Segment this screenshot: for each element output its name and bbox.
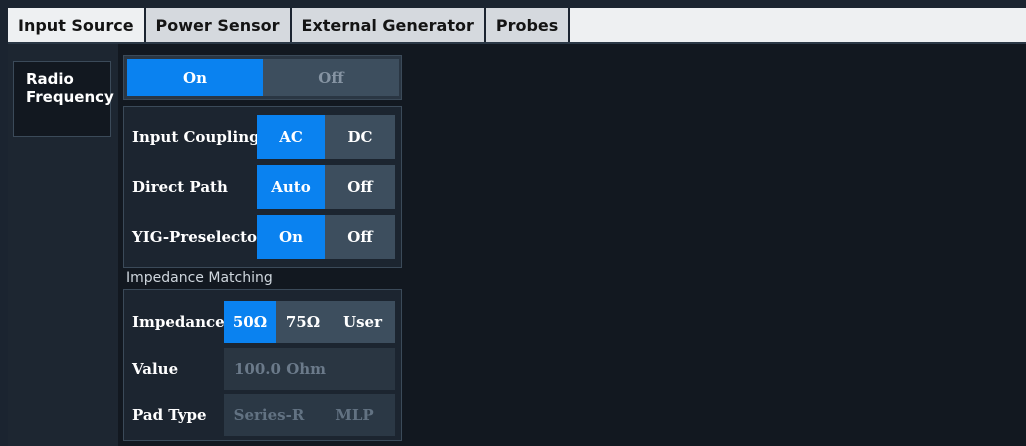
rf-settings-group: Input Coupling AC DC Direct Path Auto Of… <box>123 106 402 268</box>
direct-path-off-button[interactable]: Off <box>325 165 395 209</box>
rf-toggle-group: On Off <box>123 55 402 100</box>
direct-path-label: Direct Path <box>132 178 228 196</box>
direct-path-auto-button[interactable]: Auto <box>257 165 325 209</box>
tab-input-source[interactable]: Input Source <box>8 8 146 42</box>
rf-off-button[interactable]: Off <box>263 59 399 96</box>
impedance-50-button[interactable]: 50Ω <box>224 301 276 343</box>
impedance-user-button[interactable]: User <box>330 301 395 343</box>
value-label: Value <box>132 360 179 378</box>
tab-bar: Input Source Power Sensor External Gener… <box>8 8 1026 42</box>
impedance-label: Impedance <box>132 313 225 331</box>
pad-type-series-r-button: Series-R <box>224 394 314 436</box>
pad-type-label: Pad Type <box>132 406 207 424</box>
impedance-75-button[interactable]: 75Ω <box>276 301 330 343</box>
rf-on-button[interactable]: On <box>127 59 263 96</box>
tab-bar-filler <box>570 8 1026 42</box>
main-panel: On Off Input Coupling AC DC Direct Path … <box>118 44 1026 446</box>
pad-type-mlp-button: MLP <box>314 394 395 436</box>
impedance-matching-title: Impedance Matching <box>126 270 273 286</box>
sidebar-item-radio-frequency[interactable]: Radio Frequency <box>13 61 114 137</box>
input-coupling-ac-button[interactable]: AC <box>257 115 325 159</box>
input-coupling-label: Input Coupling <box>132 128 260 146</box>
sidebar: Radio Frequency <box>8 44 118 446</box>
yig-preselector-off-button[interactable]: Off <box>325 215 395 259</box>
yig-preselector-on-button[interactable]: On <box>257 215 325 259</box>
yig-preselector-label: YIG-Preselector <box>132 228 265 246</box>
impedance-value-field: 100.0 Ohm <box>224 348 395 390</box>
tab-power-sensor[interactable]: Power Sensor <box>145 8 292 42</box>
tab-probes[interactable]: Probes <box>485 8 571 42</box>
input-coupling-dc-button[interactable]: DC <box>325 115 395 159</box>
impedance-matching-group: Impedance 50Ω 75Ω User Value 100.0 Ohm P… <box>123 289 402 441</box>
tab-external-generator[interactable]: External Generator <box>291 8 486 42</box>
